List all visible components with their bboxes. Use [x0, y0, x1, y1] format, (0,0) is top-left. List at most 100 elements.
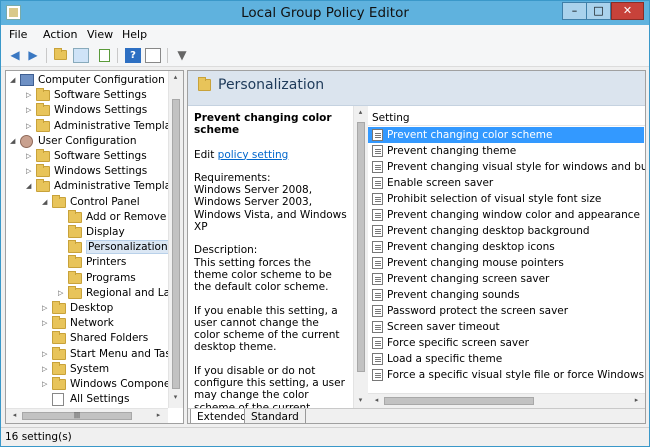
tree-item[interactable]: Add or Remove P [8, 209, 177, 225]
setting-name: Prevent changing color scheme [387, 129, 553, 141]
description-text: Description: This setting forces the the… [194, 244, 332, 294]
folder-icon [68, 255, 82, 269]
tree-item[interactable]: ◢ Computer Configuration [8, 73, 173, 88]
setting-row[interactable]: Prevent changing sounds [368, 287, 644, 303]
tree-item[interactable]: ▷ Network [8, 316, 173, 331]
scroll-up-icon[interactable]: ▴ [169, 73, 182, 81]
setting-row[interactable]: Password protect the screen saver [368, 303, 644, 319]
menu-action[interactable]: Action [43, 28, 77, 41]
tree-item-label: Windows Componen [70, 378, 178, 390]
tree-horizontal-scrollbar[interactable]: ◂ ||| ▸ [6, 408, 168, 423]
setting-row[interactable]: Screen saver timeout [368, 319, 644, 335]
menu-file[interactable]: File [9, 28, 27, 41]
expand-arrow-icon[interactable]: ▷ [26, 88, 34, 103]
tree-item[interactable]: All Settings [8, 392, 173, 407]
expand-arrow-icon[interactable]: ▷ [42, 362, 50, 377]
menu-help[interactable]: Help [122, 28, 147, 41]
settings-icon [52, 393, 64, 407]
tree-item[interactable]: ◢ Administrative Template [8, 179, 182, 194]
tree-item[interactable]: Printers [8, 255, 173, 270]
setting-row[interactable]: Prevent changing screen saver [368, 271, 644, 287]
scroll-right-icon[interactable]: ▸ [630, 396, 643, 404]
setting-row[interactable]: Prevent changing theme [368, 143, 644, 159]
tree-item[interactable]: ▷ Desktop [8, 301, 173, 316]
collapse-arrow-icon[interactable]: ◢ [42, 195, 50, 210]
expand-arrow-icon[interactable]: ▷ [42, 377, 50, 392]
expand-arrow-icon[interactable]: ▷ [26, 164, 34, 179]
tree-item[interactable]: ◢ Control Panel [8, 194, 173, 210]
tree-item[interactable]: ▷ Regional and Lan [8, 285, 177, 301]
up-folder-icon[interactable] [53, 48, 69, 63]
expand-arrow-icon[interactable]: ▷ [42, 316, 50, 331]
expand-arrow-icon[interactable]: ▷ [42, 301, 50, 316]
tree-vertical-scrollbar[interactable]: ▴ ▾ [168, 71, 183, 408]
scroll-thumb[interactable] [357, 122, 365, 372]
setting-row[interactable]: Prevent changing desktop icons [368, 239, 644, 255]
tree-item[interactable]: ▷ Windows Settings [8, 164, 173, 179]
scroll-thumb[interactable]: ||| [22, 412, 132, 420]
tree-item[interactable]: Personalization [8, 240, 173, 255]
setting-row[interactable]: Prevent changing color scheme [368, 127, 644, 143]
description-scrollbar[interactable]: ▴ ▾ [353, 106, 368, 408]
forward-icon[interactable]: ▶ [25, 48, 41, 63]
setting-row[interactable]: Load a specific theme [368, 351, 644, 367]
list-horizontal-scrollbar[interactable]: ◂ ▸ [368, 393, 645, 408]
collapse-arrow-icon[interactable]: ◢ [26, 179, 34, 194]
scroll-right-icon[interactable]: ▸ [152, 411, 165, 419]
tab-standard[interactable]: Standard [244, 409, 306, 423]
setting-name: Prevent changing desktop background [387, 225, 590, 237]
tree-item-label: Add or Remove P [86, 210, 177, 223]
setting-row[interactable]: Prevent changing mouse pointers [368, 255, 644, 271]
expand-arrow-icon[interactable]: ▷ [42, 347, 50, 362]
setting-row[interactable]: Prevent changing desktop background [368, 223, 644, 239]
scroll-left-icon[interactable]: ◂ [370, 396, 383, 404]
close-button[interactable]: ✕ [611, 2, 644, 20]
tree-item[interactable]: ▷ Software Settings [8, 88, 173, 103]
scroll-down-icon[interactable]: ▾ [354, 396, 367, 404]
tree-item[interactable]: ▷ Windows Settings [8, 103, 173, 118]
scroll-thumb[interactable] [384, 397, 534, 405]
tree-pane[interactable]: ◢ Computer Configuration ▷ Software Setting… [5, 70, 184, 424]
scroll-up-icon[interactable]: ▴ [354, 108, 367, 116]
tree-item[interactable]: ▷ Administrative Template [8, 118, 182, 134]
expand-arrow-icon[interactable]: ▷ [58, 286, 66, 301]
collapse-arrow-icon[interactable]: ◢ [10, 73, 18, 88]
edit-policy-line: Edit policy setting [194, 149, 347, 161]
help-icon[interactable]: ? [125, 48, 141, 63]
expand-arrow-icon[interactable]: ▷ [26, 103, 34, 118]
setting-row[interactable]: Force specific screen saver [368, 335, 644, 351]
scroll-thumb[interactable] [172, 99, 180, 389]
setting-row[interactable]: Enable screen saver [368, 175, 644, 191]
setting-row[interactable]: Prohibit selection of visual style font … [368, 191, 644, 207]
setting-row[interactable]: Force a specific visual style file or fo… [368, 367, 645, 383]
tree-item[interactable]: ▷ Start Menu and Task [8, 346, 177, 362]
tree-item[interactable]: ▷ Windows Componen [8, 377, 177, 392]
tree-item[interactable]: ▷ Software Settings [8, 149, 173, 164]
show-hide-tree-icon[interactable] [73, 48, 89, 63]
collapse-arrow-icon[interactable]: ◢ [10, 134, 18, 149]
tree-item[interactable]: Display [8, 225, 173, 240]
tree-item[interactable]: Shared Folders [8, 331, 173, 346]
scroll-down-icon[interactable]: ▾ [169, 393, 182, 401]
tree-item[interactable]: ◢ User Configuration [8, 134, 173, 149]
scroll-left-icon[interactable]: ◂ [8, 411, 21, 419]
setting-name: Prevent changing visual style for window… [387, 161, 646, 173]
status-bar: 16 setting(s) [1, 427, 649, 446]
title-bar[interactable]: Local Group Policy Editor – □ ✕ [1, 1, 649, 25]
tree-item[interactable]: Programs [8, 270, 173, 286]
export-list-icon[interactable] [97, 48, 113, 63]
menu-view[interactable]: View [87, 28, 113, 41]
expand-arrow-icon[interactable]: ▷ [26, 119, 34, 134]
properties-icon[interactable] [145, 48, 161, 63]
policy-icon [372, 369, 383, 381]
column-header-setting[interactable]: Setting [368, 106, 645, 126]
filter-icon[interactable]: ▼ [174, 48, 190, 63]
maximize-button[interactable]: □ [586, 2, 611, 20]
setting-row[interactable]: Prevent changing window color and appear… [368, 207, 644, 223]
setting-row[interactable]: Prevent changing visual style for window… [368, 159, 646, 175]
back-icon[interactable]: ◀ [7, 48, 23, 63]
expand-arrow-icon[interactable]: ▷ [26, 149, 34, 164]
policy-setting-link[interactable]: policy setting [218, 149, 289, 161]
tree-item[interactable]: ▷ System [8, 361, 173, 377]
minimize-button[interactable]: – [562, 2, 587, 20]
